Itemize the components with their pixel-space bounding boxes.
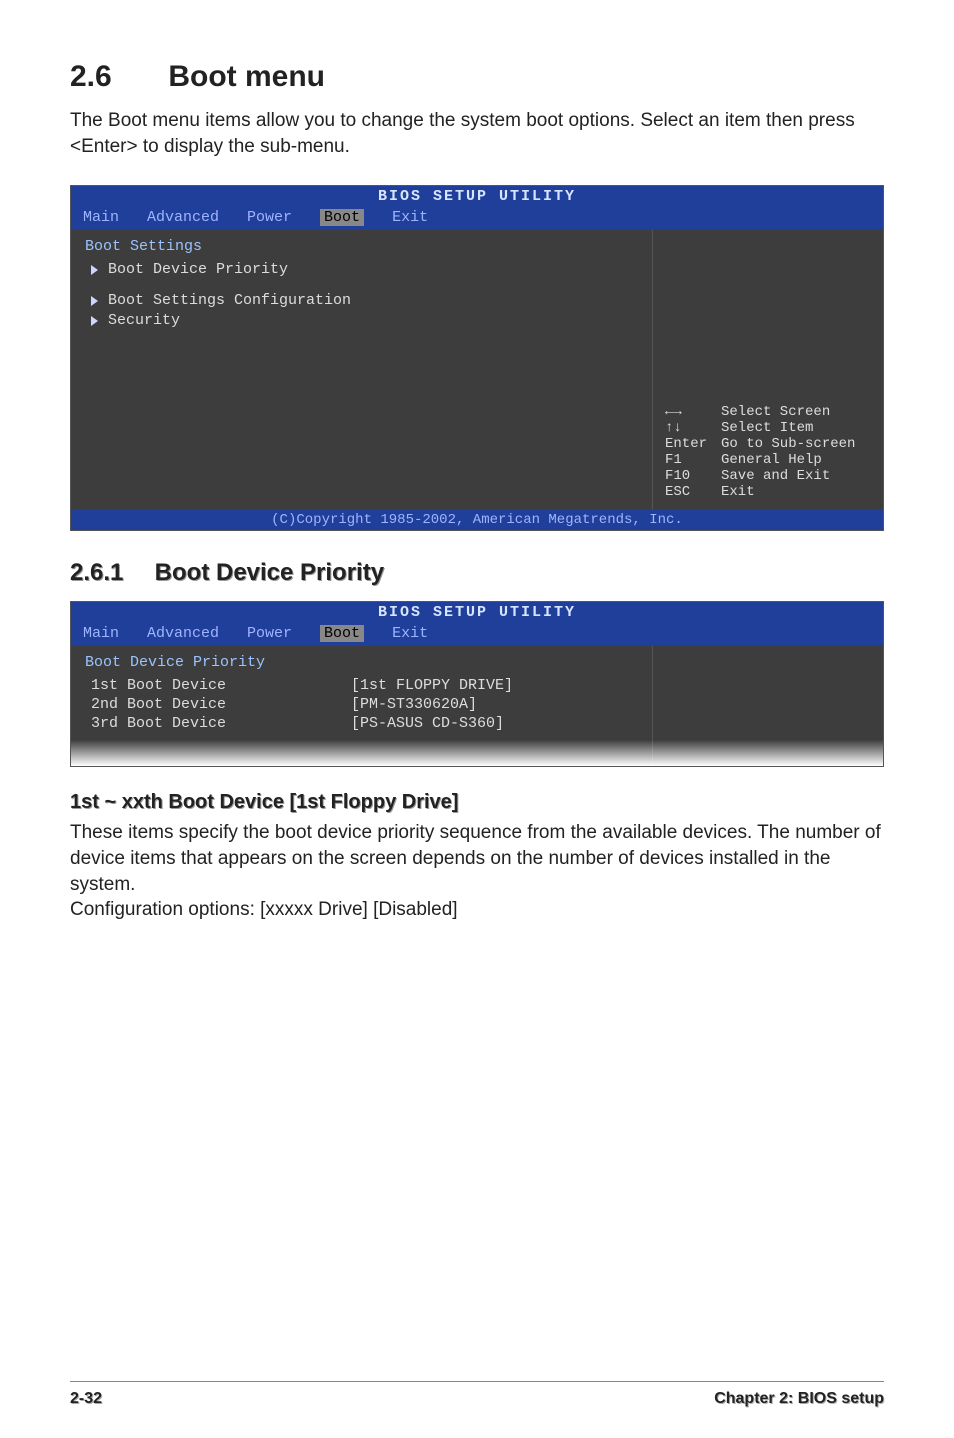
help-desc: Save and Exit [721,468,830,484]
help-key: ←→ [665,404,721,420]
bios-tab-exit[interactable]: Exit [392,209,428,226]
help-key: F10 [665,468,721,484]
chapter-label: Chapter 2: BIOS setup [714,1390,884,1408]
bios-left-pane: Boot Settings Boot Device Priority Boot … [71,230,653,510]
bios-item-boot-device-priority[interactable]: Boot Device Priority [91,261,638,278]
boot-order-label: 3rd Boot Device [91,715,351,732]
bios-item-label: Security [108,312,180,329]
submenu-icon [91,265,98,275]
bios-item-label: Boot Settings Configuration [108,292,351,309]
help-desc: Select Item [721,420,813,436]
boot-order-row-1[interactable]: 1st Boot Device [1st FLOPPY DRIVE] [91,677,638,694]
help-key: F1 [665,452,721,468]
subsection-title: 2.6.1 Boot Device Priority [70,559,884,587]
bios-left-pane: Boot Device Priority 1st Boot Device [1s… [71,646,653,766]
help-key: ESC [665,484,721,500]
bios-tab-boot[interactable]: Boot [320,625,364,642]
intro-paragraph: The Boot menu items allow you to change … [70,108,884,159]
help-desc: Go to Sub-screen [721,436,855,452]
boot-order-label: 1st Boot Device [91,677,351,694]
boot-order-value: [PS-ASUS CD-S360] [351,715,504,732]
setting-description: These items specify the boot device prio… [70,820,884,897]
section-name: Boot menu [168,60,325,93]
bios-title: BIOS SETUP UTILITY [71,602,883,623]
bios-pane-heading: Boot Device Priority [85,654,638,671]
bios-help-pane: ←→Select Screen ↑↓Select Item EnterGo to… [653,230,883,510]
setting-heading: 1st ~ xxth Boot Device [1st Floppy Drive… [70,791,884,814]
boot-order-value: [PM-ST330620A] [351,696,477,713]
bios-help-pane [653,646,883,766]
help-row: EnterGo to Sub-screen [665,436,875,452]
help-row: F10Save and Exit [665,468,875,484]
bios-tab-main[interactable]: Main [83,209,119,226]
config-options: Configuration options: [xxxxx Drive] [Di… [70,897,884,923]
bios-tabs: Main Advanced Power Boot Exit [71,623,883,646]
bios-copyright: (C)Copyright 1985-2002, American Megatre… [71,510,883,530]
bios-tab-advanced[interactable]: Advanced [147,209,219,226]
bios-pane-heading: Boot Settings [85,238,638,255]
subsection-number: 2.6.1 [70,559,148,587]
submenu-icon [91,316,98,326]
subsection-name: Boot Device Priority [155,559,384,586]
boot-order-label: 2nd Boot Device [91,696,351,713]
help-row: F1General Help [665,452,875,468]
page-footer: 2-32 Chapter 2: BIOS setup [70,1381,884,1408]
bios-priority-window: BIOS SETUP UTILITY Main Advanced Power B… [70,601,884,767]
bios-title: BIOS SETUP UTILITY [71,186,883,207]
help-desc: Select Screen [721,404,830,420]
boot-order-row-3[interactable]: 3rd Boot Device [PS-ASUS CD-S360] [91,715,638,732]
section-number: 2.6 [70,60,160,94]
help-row: ↑↓Select Item [665,420,875,436]
bios-main-window: BIOS SETUP UTILITY Main Advanced Power B… [70,185,884,531]
bios-tab-boot[interactable]: Boot [320,209,364,226]
page-number: 2-32 [70,1390,102,1408]
submenu-icon [91,296,98,306]
boot-order-row-2[interactable]: 2nd Boot Device [PM-ST330620A] [91,696,638,713]
help-desc: General Help [721,452,822,468]
help-key: Enter [665,436,721,452]
bios-item-security[interactable]: Security [91,312,638,329]
help-desc: Exit [721,484,755,500]
bios-tab-exit[interactable]: Exit [392,625,428,642]
bios-tab-power[interactable]: Power [247,209,292,226]
bios-item-label: Boot Device Priority [108,261,288,278]
bios-tab-main[interactable]: Main [83,625,119,642]
bios-tab-advanced[interactable]: Advanced [147,625,219,642]
bios-tab-power[interactable]: Power [247,625,292,642]
boot-order-value: [1st FLOPPY DRIVE] [351,677,513,694]
help-key: ↑↓ [665,420,721,436]
bios-item-boot-settings-config[interactable]: Boot Settings Configuration [91,292,638,309]
section-title: 2.6 Boot menu [70,60,884,94]
help-row: ESCExit [665,484,875,500]
help-row: ←→Select Screen [665,404,875,420]
bios-tabs: Main Advanced Power Boot Exit [71,207,883,230]
